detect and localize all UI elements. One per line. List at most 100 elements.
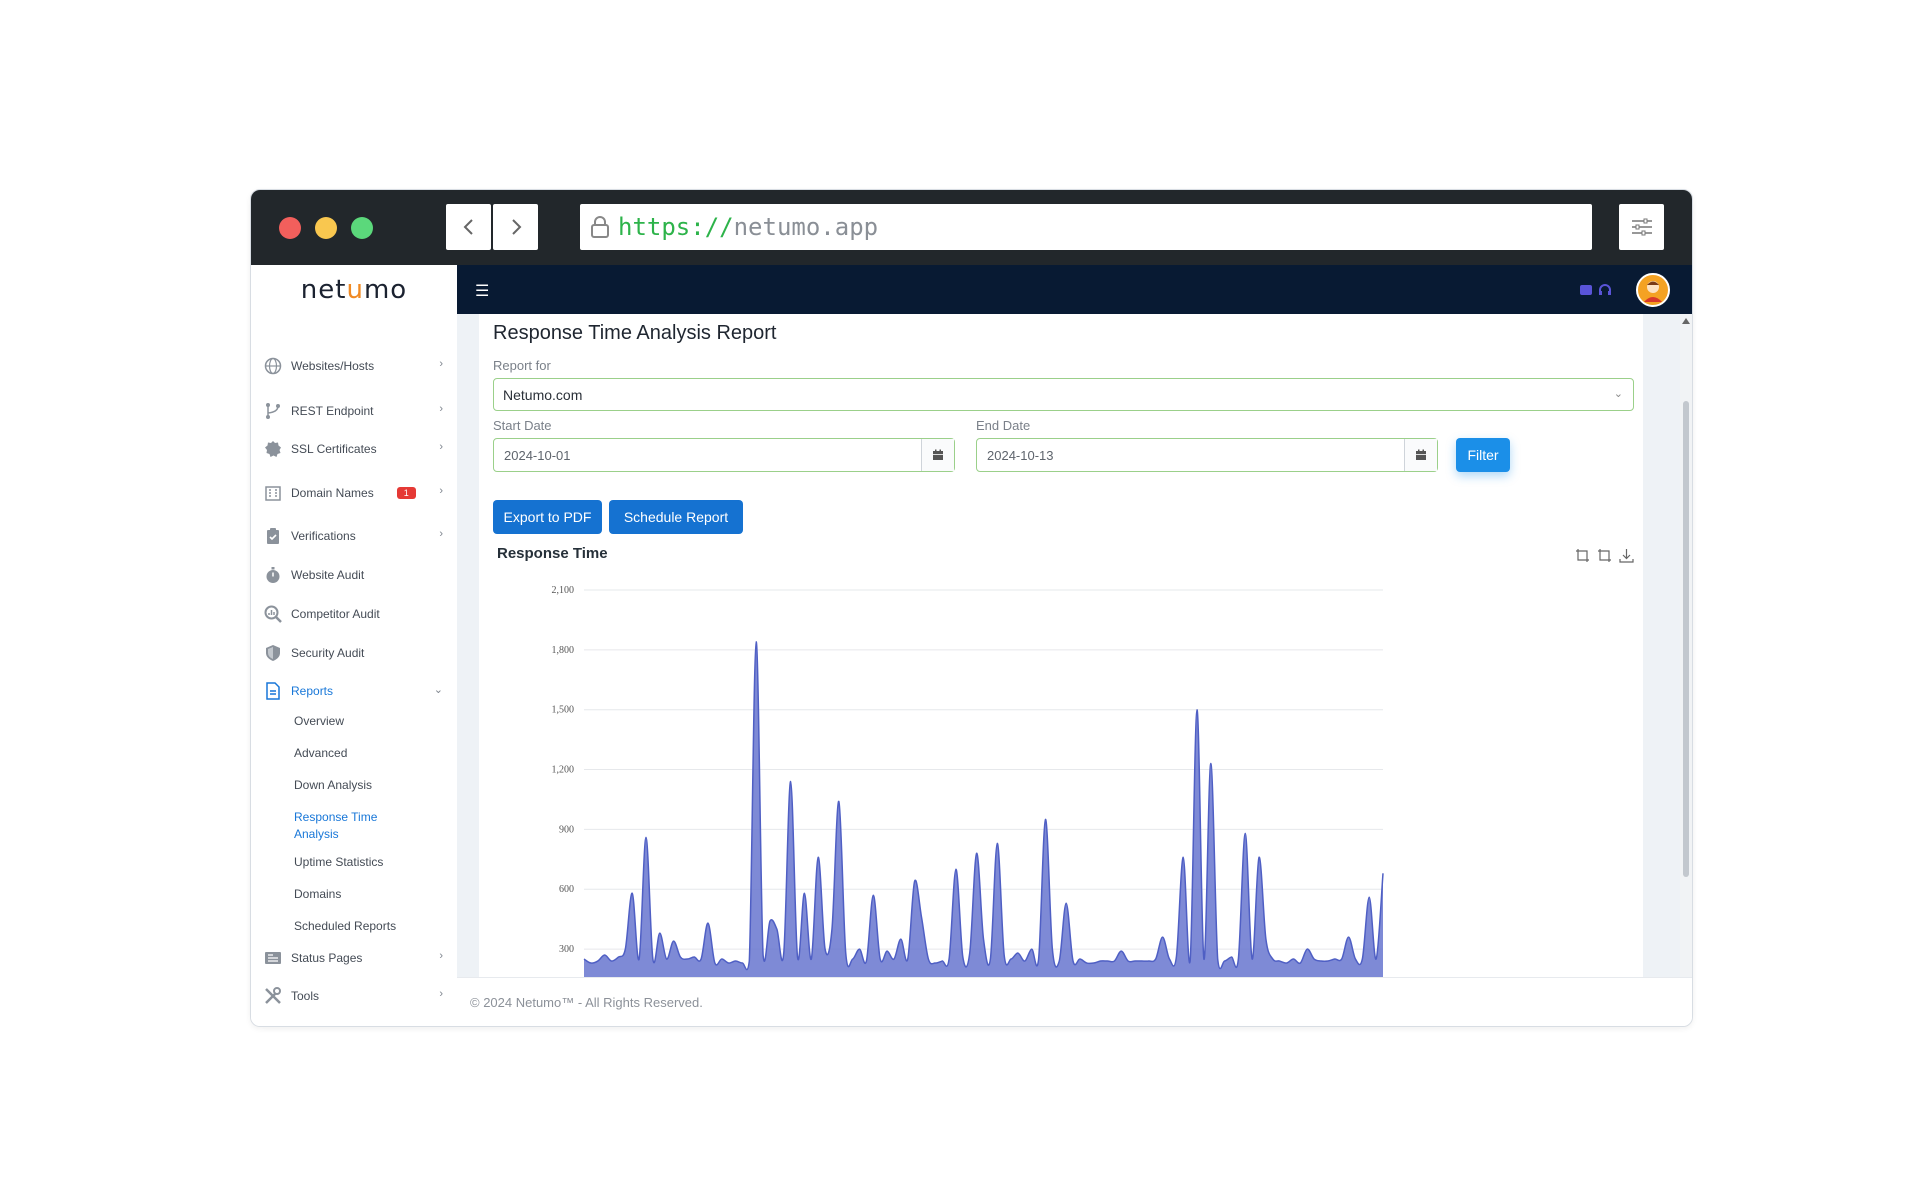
sidebar-subitem-overview[interactable]: Overview xyxy=(294,713,424,730)
sidebar-subitem-scheduled-reports[interactable]: Scheduled Reports xyxy=(294,918,424,935)
response-time-chart: 300 600 900 1,200 1,500 1,800 2,100 xyxy=(552,585,1384,977)
y-tick-label: 900 xyxy=(559,824,574,835)
zoom-out-icon[interactable] xyxy=(1597,548,1612,563)
sidebar-item-tools[interactable]: Tools › xyxy=(263,984,449,1008)
filter-button[interactable]: Filter xyxy=(1456,438,1510,472)
sidebar-item-security-audit[interactable]: Security Audit xyxy=(263,641,449,665)
user-avatar[interactable] xyxy=(1636,273,1670,307)
close-window-button[interactable] xyxy=(279,217,301,239)
zoom-in-icon[interactable] xyxy=(1575,548,1590,563)
sidebar-item-label: Websites/Hosts xyxy=(291,359,375,373)
y-tick-label: 300 xyxy=(559,944,574,955)
lock-icon xyxy=(591,216,609,238)
shield-icon xyxy=(263,643,283,663)
back-button[interactable] xyxy=(446,204,491,250)
sidebar-item-label: Security Audit xyxy=(291,646,365,660)
sidebar-item-websites-hosts[interactable]: Websites/Hosts › xyxy=(263,354,449,378)
logo-accent: u xyxy=(346,274,364,305)
y-tick-label: 1,500 xyxy=(552,705,575,716)
footer-text: © 2024 Netumo™ - All Rights Reserved. xyxy=(470,994,703,1010)
sidebar-item-rest-endpoint[interactable]: REST Endpoint › xyxy=(263,399,449,423)
sidebar-item-label: Status Pages xyxy=(291,951,363,965)
chevron-right-icon: › xyxy=(439,950,443,962)
stopwatch-icon xyxy=(263,565,283,585)
sidebar-item-label: Reports xyxy=(291,684,334,698)
sidebar-subitem-down-analysis[interactable]: Down Analysis xyxy=(294,777,424,794)
start-date-label: Start Date xyxy=(493,418,552,433)
clipboard-check-icon xyxy=(263,526,283,546)
chevron-down-icon: ⌄ xyxy=(1613,388,1623,400)
sidebar-item-label: Competitor Audit xyxy=(291,607,380,621)
sidebar-item-reports[interactable]: Reports ⌄ xyxy=(263,679,449,703)
sidebar-item-label: Website Audit xyxy=(291,568,365,582)
user-icon xyxy=(1644,281,1662,302)
newspaper-icon xyxy=(263,948,283,968)
chevron-left-icon xyxy=(463,219,473,235)
tools-icon xyxy=(263,986,283,1006)
report-for-select[interactable]: Netumo.com ⌄ xyxy=(493,378,1634,411)
minimize-window-button[interactable] xyxy=(315,217,337,239)
sidebar-subitem-advanced[interactable]: Advanced xyxy=(294,745,424,762)
wallet-icon[interactable] xyxy=(1580,285,1592,295)
chart-toolbar xyxy=(1575,548,1634,563)
forward-button[interactable] xyxy=(493,204,538,250)
maximize-window-button[interactable] xyxy=(351,217,373,239)
headset-icon[interactable] xyxy=(1598,284,1612,296)
y-tick-label: 1,800 xyxy=(552,645,575,656)
sidebar-item-label: Domain Names xyxy=(291,486,374,500)
sidebar-subitem-response-time-analysis[interactable]: Response Time Analysis xyxy=(294,809,424,843)
y-tick-label: 1,200 xyxy=(552,765,575,776)
vertical-scrollbar[interactable] xyxy=(1680,314,1692,977)
address-bar[interactable]: https://netumo.app xyxy=(580,204,1592,250)
sidebar-item-label: Tools xyxy=(291,989,320,1003)
sidebar-item-domain-names[interactable]: Domain Names 1 › xyxy=(263,481,449,505)
magnifier-chart-icon xyxy=(263,604,283,624)
scroll-up-arrow-icon[interactable] xyxy=(1682,318,1690,324)
url-protocol: https:// xyxy=(618,213,734,241)
schedule-report-button[interactable]: Schedule Report xyxy=(609,500,743,534)
netumo-logo: netumo xyxy=(301,275,407,305)
menu-toggle-icon[interactable]: ☰ xyxy=(475,281,489,301)
page-title: Response Time Analysis Report xyxy=(493,322,777,344)
download-icon[interactable] xyxy=(1619,548,1634,563)
chevron-right-icon: › xyxy=(439,528,443,540)
start-date-value: 2024-10-01 xyxy=(504,447,571,463)
sidebar-item-label: Verifications xyxy=(291,529,356,543)
sidebar-item-website-audit[interactable]: Website Audit xyxy=(263,563,449,587)
response-time-area xyxy=(584,641,1383,977)
chevron-right-icon: › xyxy=(439,485,443,497)
start-date-input[interactable]: 2024-10-01 xyxy=(493,438,955,472)
end-date-value: 2024-10-13 xyxy=(987,447,1054,463)
sidebar-item-label: SSL Certificates xyxy=(291,442,377,456)
domain-names-badge: 1 xyxy=(396,487,416,499)
calendar-icon[interactable] xyxy=(1404,439,1437,471)
url-text: https://netumo.app xyxy=(618,213,878,241)
export-pdf-button[interactable]: Export to PDF xyxy=(493,500,602,534)
top-app-bar: ☰ xyxy=(457,265,1692,314)
main-content: Response Time Analysis Report Report for… xyxy=(457,314,1680,977)
sidebar-subitem-uptime-statistics[interactable]: Uptime Statistics xyxy=(294,854,424,871)
logo-prefix: net xyxy=(300,274,347,305)
sidebar-item-status-pages[interactable]: Status Pages › xyxy=(263,946,449,970)
sidebar: Websites/Hosts › REST Endpoint › SSL Cer… xyxy=(251,314,457,1026)
building-icon xyxy=(263,483,283,503)
browser-window: https://netumo.app netumo ☰ Websites/Hos… xyxy=(250,189,1693,1027)
calendar-icon[interactable] xyxy=(921,439,954,471)
end-date-input[interactable]: 2024-10-13 xyxy=(976,438,1438,472)
sidebar-item-ssl-certificates[interactable]: SSL Certificates › xyxy=(263,437,449,461)
branch-icon xyxy=(263,401,283,421)
report-card: Response Time Analysis Report Report for… xyxy=(479,314,1643,977)
browser-titlebar: https://netumo.app xyxy=(251,190,1692,265)
chevron-right-icon xyxy=(511,219,521,235)
browser-settings-button[interactable] xyxy=(1619,204,1664,250)
report-for-label: Report for xyxy=(493,358,551,373)
scrollbar-thumb[interactable] xyxy=(1683,401,1689,877)
sidebar-item-competitor-audit[interactable]: Competitor Audit xyxy=(263,602,449,626)
logo-area[interactable]: netumo xyxy=(251,265,457,314)
url-host: netumo.app xyxy=(733,213,879,241)
certificate-icon xyxy=(263,439,283,459)
globe-icon xyxy=(263,356,283,376)
y-tick-label: 600 xyxy=(559,884,574,895)
sidebar-subitem-domains[interactable]: Domains xyxy=(294,886,424,903)
sidebar-item-verifications[interactable]: Verifications › xyxy=(263,524,449,548)
